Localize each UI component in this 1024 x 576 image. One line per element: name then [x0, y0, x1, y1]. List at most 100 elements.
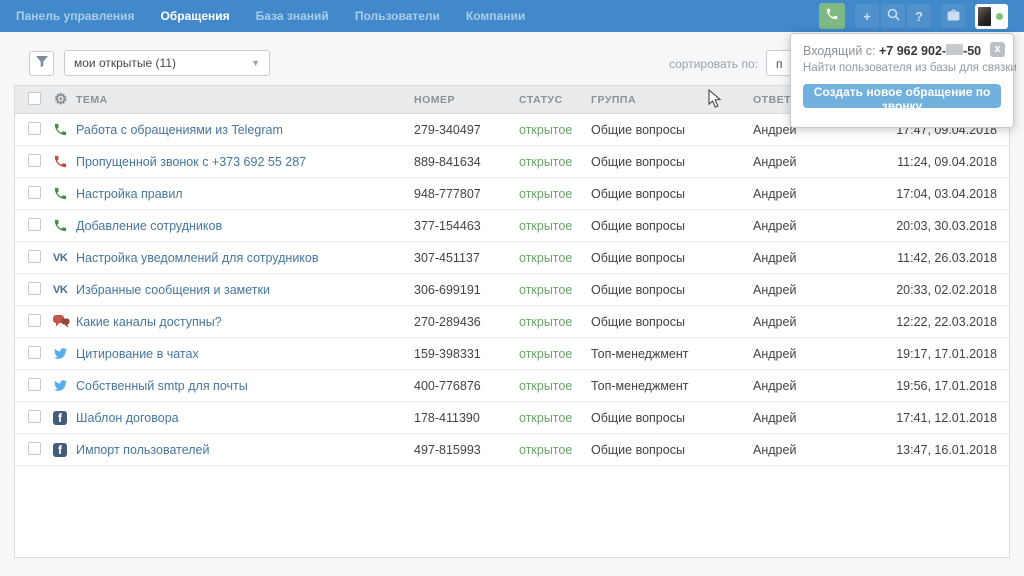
- ticket-group: Общие вопросы: [591, 219, 753, 233]
- ticket-assignee: Андрей: [753, 411, 883, 425]
- table-row[interactable]: Настройка правил 948-777807 открытое Общ…: [15, 178, 1009, 210]
- ticket-group: Общие вопросы: [591, 411, 753, 425]
- row-checkbox[interactable]: [28, 218, 41, 231]
- ticket-subject-link[interactable]: Пропущенной звонок с +373 692 55 287: [76, 155, 414, 169]
- row-checkbox[interactable]: [28, 346, 41, 359]
- ticket-subject-link[interactable]: Какие каналы доступны?: [76, 315, 414, 329]
- ticket-number: 497-815993: [414, 443, 519, 457]
- ticket-subject-link[interactable]: Добавление сотрудников: [76, 219, 414, 233]
- nav-item-companies[interactable]: Компании: [466, 9, 525, 23]
- table-body: Работа с обращениями из Telegram 279-340…: [15, 114, 1009, 466]
- filter-button[interactable]: [29, 51, 54, 76]
- row-checkbox[interactable]: [28, 314, 41, 327]
- top-navigation-bar: Панель управления Обращения База знаний …: [0, 0, 1024, 32]
- incoming-label: Входящий с:: [803, 44, 876, 58]
- sort-label: сортировать по:: [620, 57, 758, 71]
- table-row[interactable]: VK Настройка уведомлений для сотрудников…: [15, 242, 1009, 274]
- ticket-group: Топ-менеджмент: [591, 347, 753, 361]
- nav-item-knowledge-base[interactable]: База знаний: [256, 9, 329, 23]
- table-row[interactable]: f Импорт пользователей 497-815993 открыт…: [15, 434, 1009, 466]
- ticket-subject-link[interactable]: Шаблон договора: [76, 411, 414, 425]
- ticket-status: открытое: [519, 379, 591, 393]
- ticket-subject-link[interactable]: Собственный smtp для почты: [76, 379, 414, 393]
- ticket-assignee: Андрей: [753, 187, 883, 201]
- ticket-subject-link[interactable]: Цитирование в чатах: [76, 347, 414, 361]
- briefcase-button[interactable]: [941, 4, 965, 28]
- table-row[interactable]: Цитирование в чатах 159-398331 открытое …: [15, 338, 1009, 370]
- ticket-status: открытое: [519, 315, 591, 329]
- ticket-date: 17:04, 03.04.2018: [883, 187, 1009, 201]
- filter-dropdown[interactable]: мои открытые (11) ▼: [64, 50, 270, 76]
- ticket-assignee: Андрей: [753, 251, 883, 265]
- row-checkbox[interactable]: [28, 410, 41, 423]
- ticket-status: открытое: [519, 219, 591, 233]
- ticket-group: Общие вопросы: [591, 315, 753, 329]
- ticket-number: 948-777807: [414, 187, 519, 201]
- row-checkbox[interactable]: [28, 154, 41, 167]
- row-checkbox[interactable]: [28, 282, 41, 295]
- header-status[interactable]: СТАТУС: [519, 94, 591, 106]
- close-icon[interactable]: x: [990, 42, 1005, 57]
- ticket-subject-link[interactable]: Импорт пользователей: [76, 443, 414, 457]
- search-button[interactable]: [881, 4, 905, 28]
- nav-item-tickets[interactable]: Обращения: [160, 9, 229, 23]
- ticket-number: 279-340497: [414, 123, 519, 137]
- table-row[interactable]: Собственный smtp для почты 400-776876 от…: [15, 370, 1009, 402]
- phone-call-icon: [41, 122, 76, 137]
- link-user-lookup[interactable]: Найти пользователя из базы для связки: [803, 62, 1001, 74]
- ticket-date: 19:17, 17.01.2018: [883, 347, 1009, 361]
- ticket-number: 400-776876: [414, 379, 519, 393]
- ticket-number: 270-289436: [414, 315, 519, 329]
- help-button[interactable]: ?: [907, 4, 931, 28]
- header-group[interactable]: ГРУППА: [591, 94, 753, 106]
- header-theme[interactable]: ТЕМА: [76, 94, 414, 106]
- table-row[interactable]: Добавление сотрудников 377-154463 открыт…: [15, 210, 1009, 242]
- topbar-actions: + ?: [819, 0, 1008, 32]
- add-button[interactable]: +: [855, 4, 879, 28]
- table-row[interactable]: Пропущенной звонок с +373 692 55 287 889…: [15, 146, 1009, 178]
- ticket-number: 159-398331: [414, 347, 519, 361]
- header-number[interactable]: НОМЕР: [414, 94, 519, 106]
- search-icon: [887, 8, 900, 24]
- ticket-group: Общие вопросы: [591, 155, 753, 169]
- call-button[interactable]: [819, 3, 845, 29]
- main-nav: Панель управления Обращения База знаний …: [16, 0, 525, 32]
- table-row[interactable]: VK Избранные сообщения и заметки 306-699…: [15, 274, 1009, 306]
- ticket-subject-link[interactable]: Работа с обращениями из Telegram: [76, 123, 414, 137]
- facebook-icon: f: [41, 411, 76, 425]
- nav-item-dashboard[interactable]: Панель управления: [16, 9, 134, 23]
- masked-digits: [946, 44, 963, 55]
- row-checkbox[interactable]: [28, 122, 41, 135]
- select-all-checkbox[interactable]: [28, 92, 41, 105]
- ticket-date: 19:56, 17.01.2018: [883, 379, 1009, 393]
- nav-item-users[interactable]: Пользователи: [355, 9, 440, 23]
- user-avatar[interactable]: [975, 4, 1008, 29]
- row-checkbox[interactable]: [28, 442, 41, 455]
- table-row[interactable]: Какие каналы доступны? 270-289436 открыт…: [15, 306, 1009, 338]
- ticket-subject-link[interactable]: Избранные сообщения и заметки: [76, 283, 414, 297]
- ticket-assignee: Андрей: [753, 219, 883, 233]
- ticket-group: Общие вопросы: [591, 283, 753, 297]
- twitter-icon: [41, 347, 76, 360]
- row-checkbox[interactable]: [28, 378, 41, 391]
- phone-call-icon: [41, 218, 76, 233]
- ticket-subject-link[interactable]: Настройка уведомлений для сотрудников: [76, 251, 414, 265]
- ticket-number: 377-154463: [414, 219, 519, 233]
- ticket-subject-link[interactable]: Настройка правил: [76, 187, 414, 201]
- ticket-assignee: Андрей: [753, 283, 883, 297]
- ticket-assignee: Андрей: [753, 315, 883, 329]
- avatar-photo: [978, 7, 991, 26]
- ticket-status: открытое: [519, 347, 591, 361]
- gear-icon[interactable]: ⚙: [41, 92, 76, 107]
- missed-call-icon: [41, 154, 76, 169]
- table-row[interactable]: f Шаблон договора 178-411390 открытое Об…: [15, 402, 1009, 434]
- create-ticket-from-call-button[interactable]: Создать новое обращение по звонку: [803, 84, 1001, 108]
- ticket-number: 178-411390: [414, 411, 519, 425]
- ticket-date: 12:22, 22.03.2018: [883, 315, 1009, 329]
- row-checkbox[interactable]: [28, 250, 41, 263]
- plus-icon: +: [863, 9, 871, 24]
- tickets-table-panel: ⚙ ТЕМА НОМЕР СТАТУС ГРУППА ОТВЕТСТ Работ…: [14, 85, 1010, 558]
- row-checkbox[interactable]: [28, 186, 41, 199]
- ticket-date: 11:24, 09.04.2018: [883, 155, 1009, 169]
- ticket-status: открытое: [519, 251, 591, 265]
